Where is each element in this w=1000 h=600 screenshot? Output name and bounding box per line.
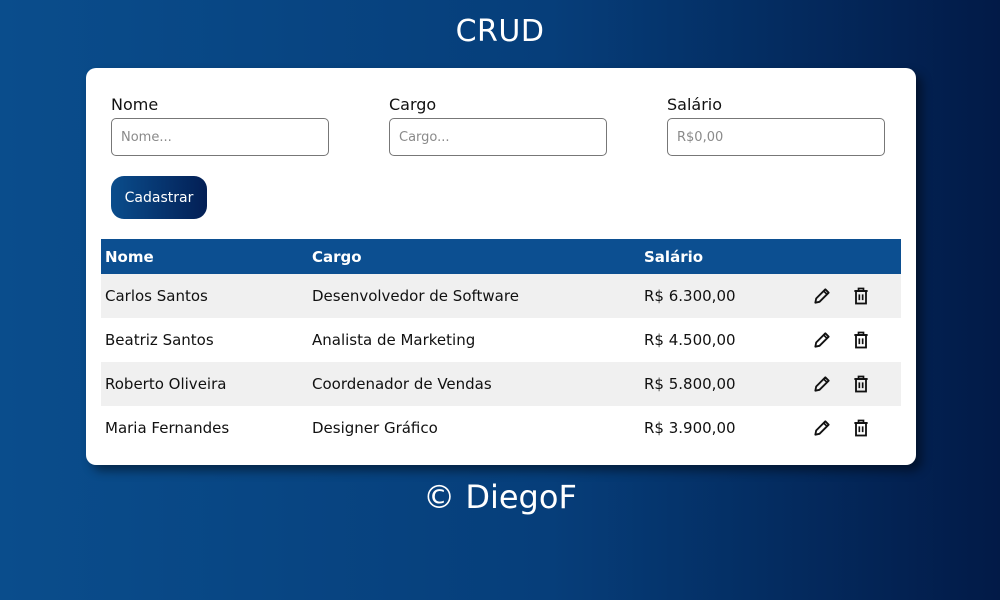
table-row: Maria Fernandes Designer Gráfico R$ 3.90…	[101, 406, 901, 450]
salario-field-group: Salário	[667, 94, 885, 156]
cell-cargo: Analista de Marketing	[312, 331, 476, 349]
page-title: CRUD	[455, 14, 545, 49]
cell-salario: R$ 4.500,00	[644, 331, 736, 349]
cell-cargo: Coordenador de Vendas	[312, 375, 492, 393]
cadastrar-button[interactable]: Cadastrar	[111, 176, 207, 219]
cargo-label: Cargo	[389, 95, 437, 114]
footer-credit: © DiegoF	[423, 478, 577, 516]
column-header-salario: Salário	[644, 247, 704, 266]
trash-icon[interactable]	[850, 329, 872, 351]
column-header-nome: Nome	[105, 247, 154, 266]
trash-icon[interactable]	[850, 373, 872, 395]
pencil-icon[interactable]	[811, 417, 833, 439]
table-row: Beatriz Santos Analista de Marketing R$ …	[101, 318, 901, 362]
cell-salario: R$ 3.900,00	[644, 419, 736, 437]
table-row: Carlos Santos Desenvolvedor de Software …	[101, 274, 901, 318]
nome-input[interactable]	[111, 118, 329, 156]
cargo-input[interactable]	[389, 118, 607, 156]
cell-nome: Beatriz Santos	[105, 331, 214, 349]
cell-salario: R$ 5.800,00	[644, 375, 736, 393]
nome-label: Nome	[111, 95, 159, 114]
cargo-field-group: Cargo	[389, 94, 607, 156]
cell-nome: Maria Fernandes	[105, 419, 230, 437]
cell-nome: Roberto Oliveira	[105, 375, 227, 393]
salario-label: Salário	[667, 95, 723, 114]
table-header: Nome Cargo Salário	[101, 239, 901, 274]
pencil-icon[interactable]	[811, 285, 833, 307]
trash-icon[interactable]	[850, 417, 872, 439]
nome-field-group: Nome	[111, 94, 329, 156]
cell-nome: Carlos Santos	[105, 287, 208, 305]
trash-icon[interactable]	[850, 285, 872, 307]
pencil-icon[interactable]	[811, 373, 833, 395]
cell-cargo: Designer Gráfico	[312, 419, 438, 437]
table-row: Roberto Oliveira Coordenador de Vendas R…	[101, 362, 901, 406]
salario-input[interactable]	[667, 118, 885, 156]
crud-card: Nome Cargo Salário Cadastrar Nome Cargo …	[86, 68, 916, 465]
cell-cargo: Desenvolvedor de Software	[312, 287, 519, 305]
pencil-icon[interactable]	[811, 329, 833, 351]
employees-table: Nome Cargo Salário Carlos Santos Desenvo…	[101, 239, 901, 450]
column-header-cargo: Cargo	[312, 247, 362, 266]
cell-salario: R$ 6.300,00	[644, 287, 736, 305]
